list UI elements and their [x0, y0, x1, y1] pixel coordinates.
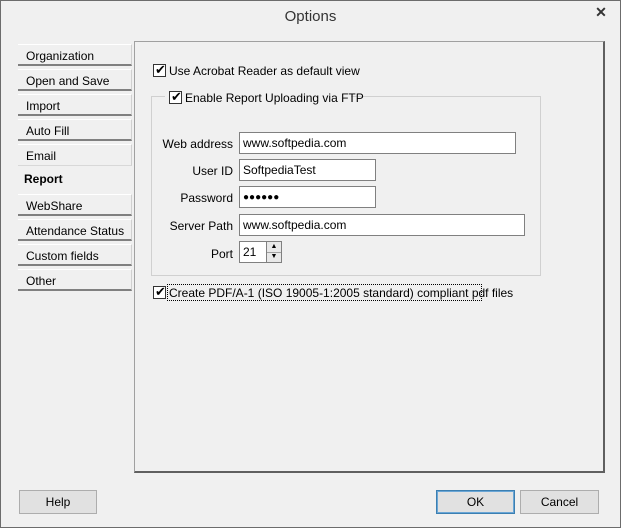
web-address-label: Web address: [162, 137, 233, 151]
tab-import[interactable]: Import: [18, 94, 132, 116]
tab-custom-fields[interactable]: Custom fields: [18, 244, 132, 266]
server-path-label: Server Path: [169, 219, 233, 233]
pdfa-checkbox[interactable]: ✔: [153, 284, 166, 299]
ftp-label: Enable Report Uploading via FTP: [185, 91, 364, 105]
tab-other[interactable]: Other: [18, 269, 132, 291]
tab-label: Attendance Status: [26, 224, 125, 238]
use-acrobat-label: Use Acrobat Reader as default view: [169, 64, 360, 78]
tab-webshare[interactable]: WebShare: [18, 194, 132, 216]
tab-label: Email: [26, 149, 57, 163]
help-button[interactable]: Help: [19, 490, 97, 514]
checkmark-icon: ✔: [155, 284, 166, 299]
tab-attendance-status[interactable]: Attendance Status: [18, 219, 132, 241]
tab-label: Organization: [26, 49, 95, 63]
ftp-checkbox[interactable]: ✔: [169, 89, 182, 104]
tab-report[interactable]: Report: [18, 168, 136, 194]
password-field[interactable]: ●●●●●●: [239, 186, 376, 208]
tab-label: WebShare: [26, 199, 83, 213]
ok-button[interactable]: OK: [436, 490, 515, 514]
tab-auto-fill[interactable]: Auto Fill: [18, 119, 132, 141]
port-label: Port: [210, 247, 233, 261]
tab-label: Auto Fill: [26, 124, 70, 138]
tab-label: Import: [26, 99, 61, 113]
port-spinner[interactable]: ▲ ▼: [266, 241, 282, 263]
tab-label: Custom fields: [26, 249, 99, 263]
close-icon[interactable]: ✕: [590, 3, 612, 21]
web-address-field[interactable]: www.softpedia.com: [239, 132, 516, 154]
port-field[interactable]: 21: [239, 241, 267, 263]
pdfa-label: Create PDF/A-1 (ISO 19005-1:2005 standar…: [169, 286, 514, 300]
tab-label: Open and Save: [26, 74, 110, 88]
title-bar: Options ✕: [1, 1, 620, 33]
window-title: Options: [284, 8, 337, 25]
tab-label: Other: [26, 274, 57, 288]
cancel-button[interactable]: Cancel: [520, 490, 599, 514]
user-id-field[interactable]: SoftpediaTest: [239, 159, 376, 181]
spin-down-icon[interactable]: ▼: [267, 252, 281, 262]
tab-organization[interactable]: Organization: [18, 44, 132, 66]
password-label: Password: [180, 191, 233, 205]
use-acrobat-checkbox[interactable]: ✔: [153, 62, 166, 77]
checkmark-icon: ✔: [155, 62, 166, 77]
options-dialog: Options ✕ Organization Open and Save Imp…: [0, 0, 621, 528]
user-id-label: User ID: [192, 164, 233, 178]
server-path-field[interactable]: www.softpedia.com: [239, 214, 525, 236]
checkmark-icon: ✔: [171, 89, 182, 104]
tab-email[interactable]: Email: [18, 144, 132, 166]
tab-label: Report: [24, 172, 63, 186]
tab-open-and-save[interactable]: Open and Save: [18, 69, 132, 91]
